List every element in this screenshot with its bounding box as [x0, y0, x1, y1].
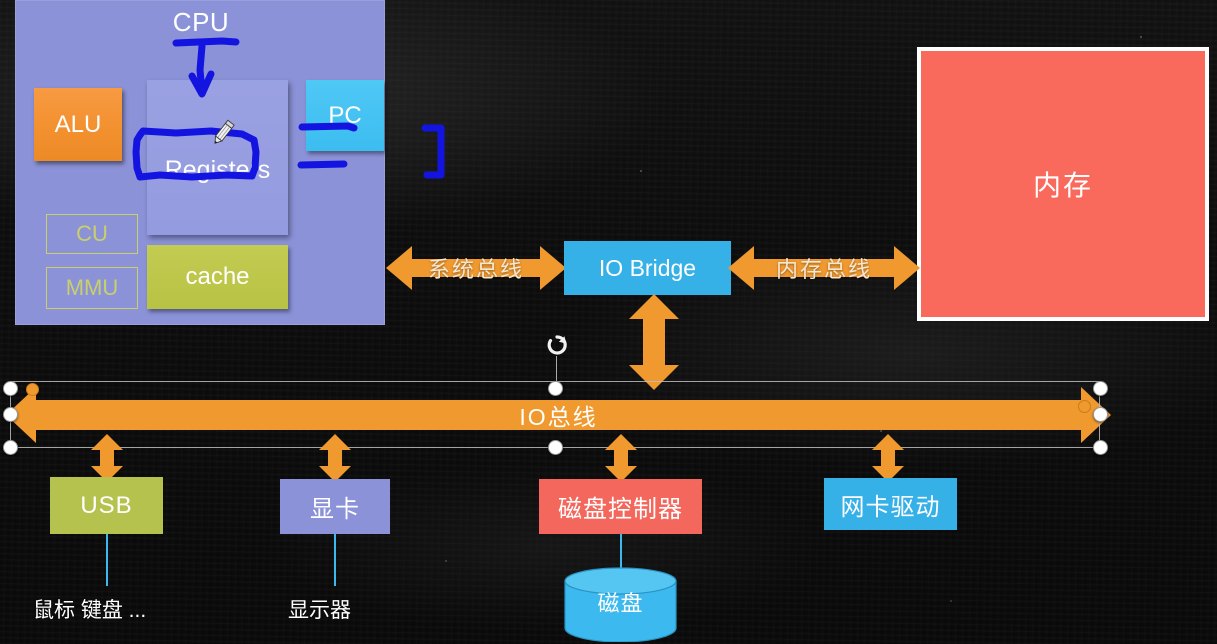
- mmu-label: MMU: [65, 275, 119, 300]
- rotate-icon-shape: [547, 335, 567, 355]
- cu-box[interactable]: CU: [46, 214, 138, 254]
- bridge-to-iobus-arrow[interactable]: [623, 294, 685, 390]
- device-nic[interactable]: 网卡驱动: [824, 478, 957, 530]
- registers-label: Registers: [164, 156, 271, 184]
- rotate-handle-stem: [556, 356, 557, 382]
- memory-bus-label: 内存总线: [775, 257, 872, 282]
- pc-label: PC: [328, 101, 362, 129]
- io-bus-label: IO总线: [519, 404, 598, 430]
- disk-label: 磁盘: [597, 591, 644, 616]
- io-bridge-label: IO Bridge: [598, 254, 697, 281]
- rotate-icon[interactable]: [546, 334, 568, 356]
- cache-box[interactable]: cache: [147, 245, 288, 309]
- pencil-cursor-icon: [214, 119, 235, 144]
- io-bus-arrow[interactable]: IO总线: [6, 384, 1111, 446]
- monitor-caption: 显示器: [288, 599, 351, 622]
- device-gpu-label: 显卡: [310, 496, 360, 523]
- cpu-block[interactable]: CPU ALU Registers PC cache CU MMU: [15, 0, 385, 325]
- device-usb-label: USB: [80, 491, 133, 519]
- system-bus-arrow[interactable]: 系统总线: [386, 240, 566, 296]
- device-nic-label: 网卡驱动: [840, 493, 941, 521]
- speck: [1140, 36, 1142, 38]
- ink-right-bracket: [421, 124, 445, 179]
- registers-box[interactable]: Registers: [147, 80, 288, 235]
- memory-bus-arrow[interactable]: 内存总线: [728, 240, 920, 296]
- device-disk-controller-label: 磁盘控制器: [558, 496, 683, 523]
- alu-box[interactable]: ALU: [34, 88, 122, 161]
- mmu-box[interactable]: MMU: [46, 267, 138, 309]
- mouse-keyboard-caption: 鼠标 键盘 ...: [33, 599, 147, 622]
- pc-box[interactable]: PC: [306, 80, 384, 151]
- device-usb[interactable]: USB: [50, 477, 163, 534]
- vertical-double-arrow-shape: [629, 294, 679, 390]
- gpu-leader-line: [334, 534, 336, 586]
- io-bridge-box[interactable]: IO Bridge: [564, 241, 731, 295]
- speck: [640, 170, 642, 172]
- speck: [950, 600, 952, 602]
- disk-leader-line: [620, 534, 622, 568]
- cu-label: CU: [76, 221, 108, 246]
- pencil-cursor: [208, 118, 238, 148]
- cache-label: cache: [185, 263, 250, 290]
- usb-leader-line: [106, 534, 108, 586]
- speck: [445, 560, 447, 562]
- cpu-title: CPU: [172, 7, 230, 37]
- system-bus-label: 系统总线: [427, 257, 524, 282]
- alu-label: ALU: [54, 110, 102, 138]
- memory-block[interactable]: 内存: [917, 47, 1209, 321]
- memory-label: 内存: [1032, 170, 1093, 201]
- device-disk-controller[interactable]: 磁盘控制器: [539, 479, 702, 534]
- slide-canvas: CPU ALU Registers PC cache CU MMU 内存 系统总…: [0, 0, 1217, 644]
- device-gpu[interactable]: 显卡: [280, 479, 390, 534]
